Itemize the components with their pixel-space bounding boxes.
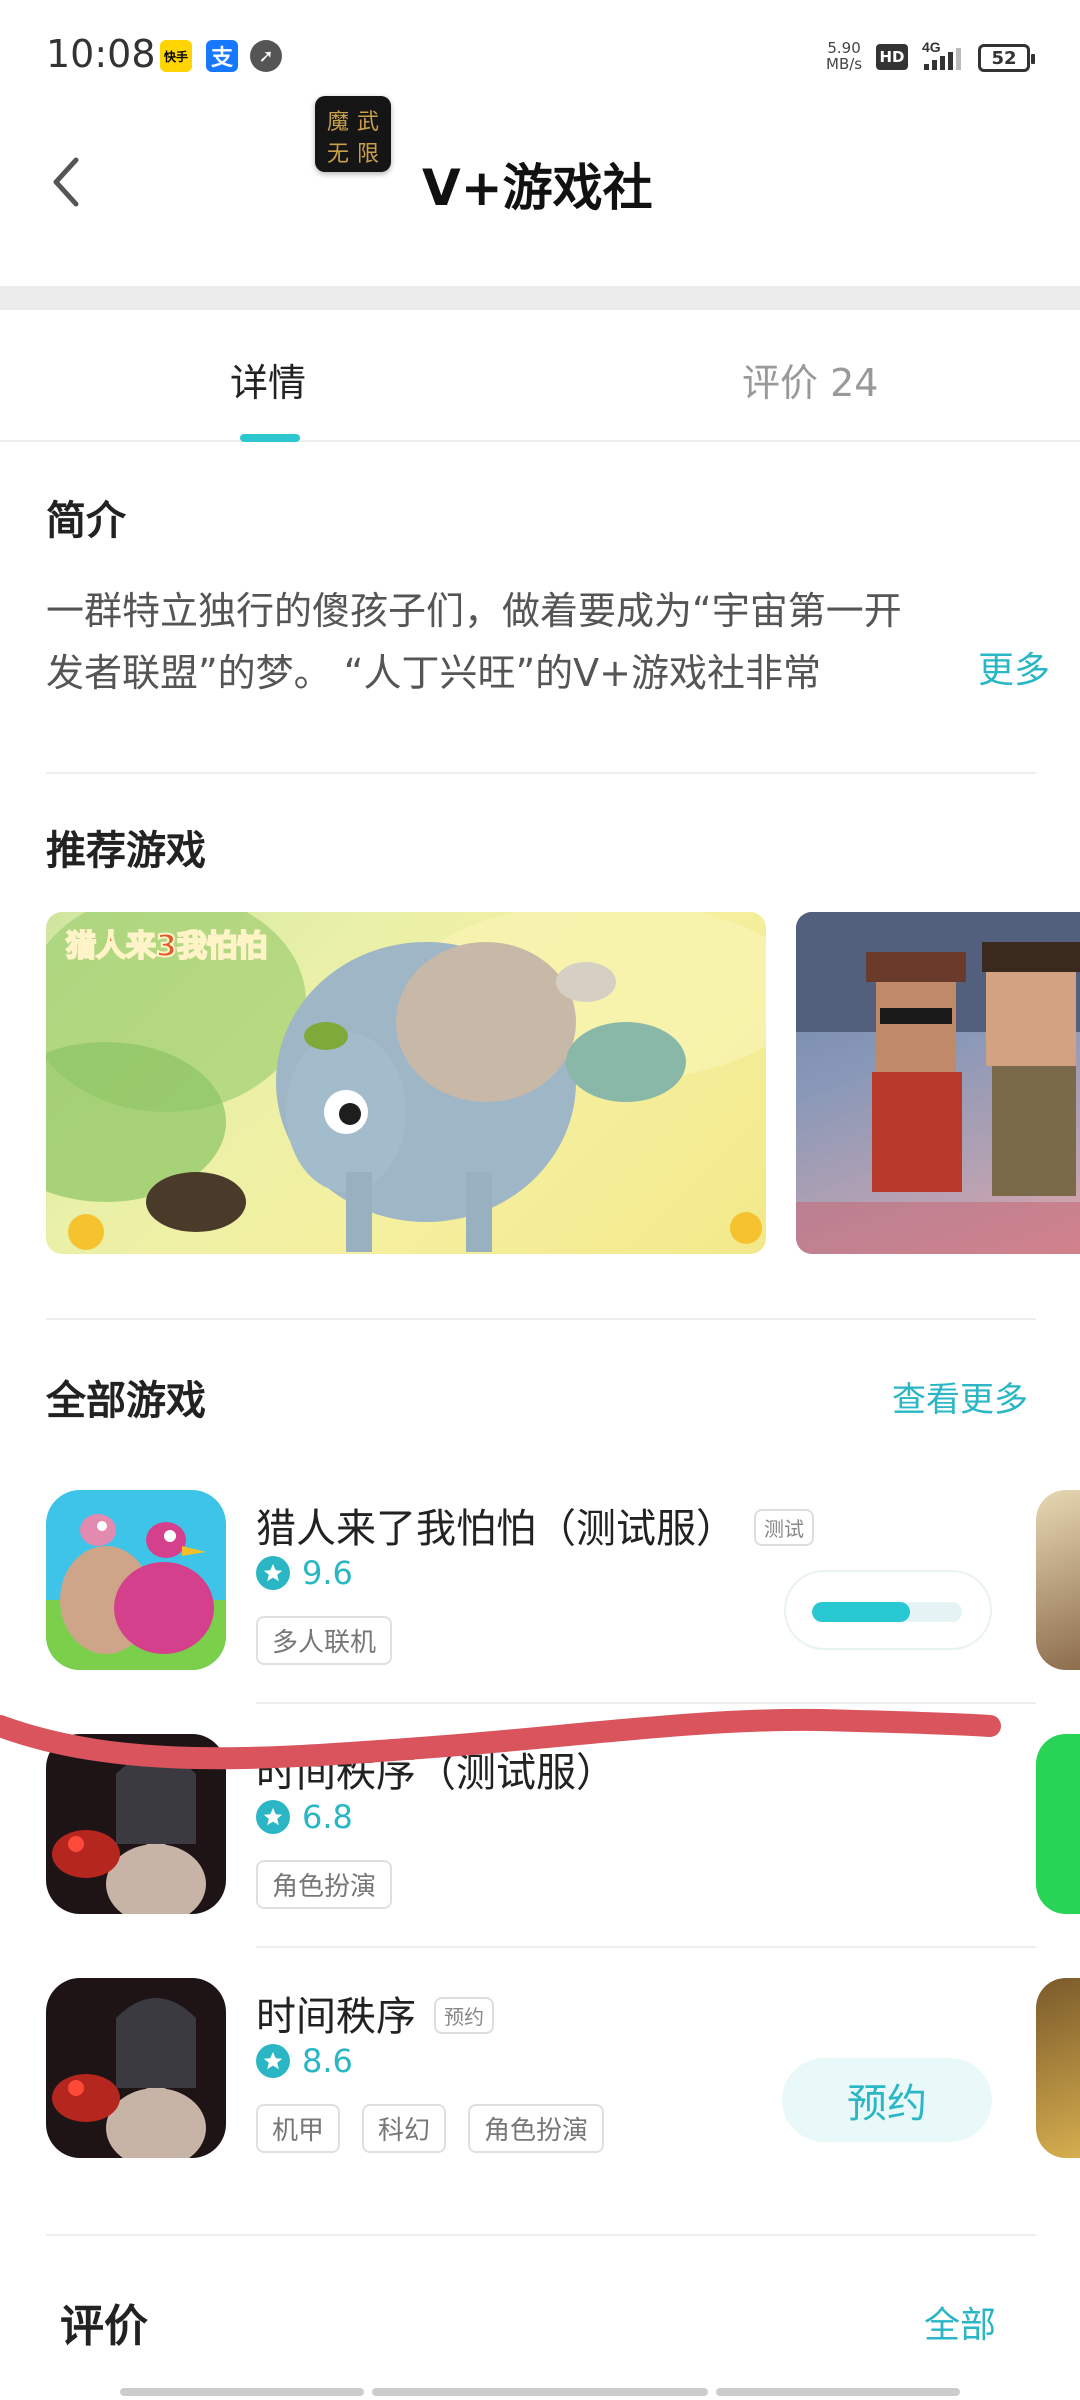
tab-indicator: [240, 434, 300, 442]
recommended-banner[interactable]: 猎人来3我怕怕: [46, 912, 766, 1254]
next-page-card[interactable]: [1036, 1490, 1080, 1670]
hd-icon: HD: [876, 44, 908, 70]
tab-reviews[interactable]: 评价 24: [742, 352, 878, 407]
game-tag: 科幻: [362, 2104, 447, 2153]
game-art-image: [796, 912, 1080, 1254]
game-rating: 8.6: [256, 2042, 353, 2080]
game-tags: 机甲 科幻 角色扮演: [256, 2104, 605, 2153]
star-icon: [256, 1556, 290, 1590]
game-list-item[interactable]: 猎人来了我怕怕（测试服） 测试 9.6 多人联机: [46, 1490, 1036, 1704]
scroll-indicator: [372, 2388, 708, 2396]
logo-char: 武: [356, 110, 379, 135]
network-speed-unit: MB/s: [826, 55, 863, 73]
divider: [256, 1702, 1036, 1704]
page-title: V+游戏社: [422, 159, 653, 217]
star-icon: [256, 1800, 290, 1834]
game-icon-image: [46, 1490, 226, 1670]
rating-value: 6.8: [302, 1798, 353, 1836]
divider: [46, 1318, 1036, 1320]
game-icon: [46, 1490, 226, 1670]
game-name-text: 时间秩序: [256, 1994, 416, 2040]
rating-value: 8.6: [302, 2042, 353, 2080]
game-icon-image: [46, 1734, 226, 1914]
game-list-item[interactable]: 时间秩序（测试服） 6.8 角色扮演: [46, 1734, 1036, 1948]
game-tag: 机甲: [256, 2104, 341, 2153]
download-progress-button[interactable]: [784, 1570, 992, 1650]
view-more-link[interactable]: 查看更多: [892, 1372, 1028, 1421]
signal-icon: 4G: [922, 39, 961, 70]
intro-line: 发者联盟”的梦。 “人丁兴旺”的V+游戏社非常: [46, 651, 821, 695]
battery-icon: 52: [978, 44, 1035, 72]
divider: [46, 2234, 1036, 2236]
banner-logo-text: 猎人来3我怕怕: [66, 929, 267, 964]
game-tag: 角色扮演: [256, 1860, 393, 1909]
game-icon-image: [46, 1978, 226, 2158]
scroll-indicator: [716, 2388, 960, 2396]
chevron-left-icon: [53, 157, 79, 207]
logo-char: 限: [356, 142, 379, 167]
reserve-badge: 预约: [434, 1996, 494, 2034]
rating-value: 9.6: [302, 1554, 353, 1592]
network-speed-value: 5.90: [827, 39, 861, 57]
intro-line: 一群特立独行的傻孩子们，做着要成为“宇宙第一开: [46, 589, 902, 633]
divider: [46, 772, 1036, 774]
divider: [256, 1946, 1036, 1948]
all-games-title: 全部游戏: [46, 1378, 206, 1424]
reviews-all-link[interactable]: 全部: [924, 2296, 996, 2348]
game-name: 时间秩序（测试服）: [256, 1740, 616, 1798]
game-name-text: 猎人来了我怕怕（测试服）: [256, 1506, 736, 1552]
divider: [0, 286, 1080, 310]
progress-bar: [812, 1602, 962, 1622]
logo-char: 魔: [326, 110, 349, 135]
intro-text: 一群特立独行的傻孩子们，做着要成为“宇宙第一开 发者联盟”的梦。 “人丁兴旺”的…: [46, 580, 1006, 704]
scroll-indicator: [120, 2388, 364, 2396]
game-tags: 多人联机: [256, 1616, 393, 1665]
test-badge: 测试: [754, 1508, 814, 1546]
intro-more-link[interactable]: 更多: [958, 640, 1051, 702]
tab-details[interactable]: 详情: [230, 352, 306, 407]
kuaishou-app-icon: 快手: [160, 40, 192, 72]
game-art-image: 猎人来3我怕怕: [46, 912, 766, 1252]
game-icon: [46, 1734, 226, 1914]
tab-bar: 详情 评价 24: [0, 310, 1080, 442]
club-logo: 魔 武 无 限: [315, 96, 391, 172]
game-rating: 6.8: [256, 1798, 353, 1836]
back-button[interactable]: [36, 142, 96, 222]
logo-char: 无: [326, 142, 349, 167]
next-page-card[interactable]: [1036, 1734, 1080, 1914]
game-name: 猎人来了我怕怕（测试服） 测试: [256, 1496, 814, 1554]
game-icon: [46, 1978, 226, 2158]
star-icon: [256, 2044, 290, 2078]
game-tag: 多人联机: [256, 1616, 393, 1665]
network-type: 4G: [922, 39, 941, 55]
game-name-text: 时间秩序（测试服）: [256, 1750, 616, 1796]
next-page-card[interactable]: [1036, 1978, 1080, 2158]
status-time: 10:08: [46, 32, 156, 76]
intro-title: 简介: [46, 498, 126, 544]
game-name: 时间秩序 预约: [256, 1984, 494, 2042]
game-rating: 9.6: [256, 1554, 353, 1592]
reviews-title: 评价: [60, 2301, 148, 2352]
recommended-banner[interactable]: [796, 912, 1080, 1254]
progress-fill: [812, 1602, 910, 1622]
recommended-title: 推荐游戏: [46, 828, 206, 874]
compass-icon: ➚: [250, 40, 282, 72]
game-tag: 角色扮演: [468, 2104, 605, 2153]
status-bar: 10:08 快手 支 ➚ 5.90 MB/s HD 4G 52: [0, 0, 1080, 100]
alipay-app-icon: 支: [206, 40, 238, 72]
game-list-item[interactable]: 时间秩序 预约 8.6 机甲 科幻 角色扮演 预约: [46, 1978, 1036, 2162]
game-tags: 角色扮演: [256, 1860, 393, 1909]
reserve-button[interactable]: 预约: [782, 2058, 992, 2142]
network-speed: 5.90 MB/s: [826, 40, 862, 72]
